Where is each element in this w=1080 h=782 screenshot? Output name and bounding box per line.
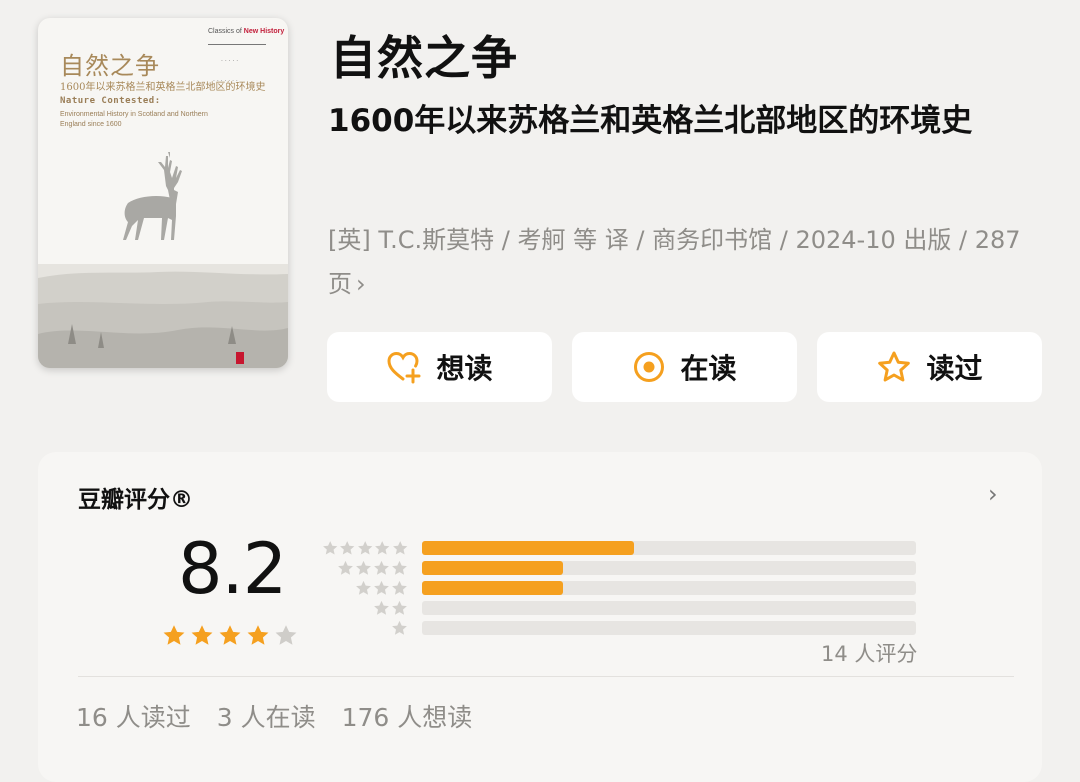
deer-illustration [123,152,182,240]
rating-header: 豆瓣评分® [78,487,193,513]
star-filled-icon [163,625,185,645]
star-filled-icon [247,625,269,645]
rating-stars [162,624,298,648]
distribution-stars-3 [322,580,408,597]
distribution-stars-4 [322,560,408,577]
star-grey-icon [392,600,407,615]
star-grey-icon [338,560,353,575]
star-grey-icon [375,540,390,554]
star-grey-icon [374,560,389,575]
publisher-mark [236,352,244,364]
distribution-bar-track [422,561,916,575]
book-meta[interactable]: [英] T.C.斯莫特 / 考舸 等 译 / 商务印书馆 / 2024-10 出… [328,218,1048,306]
star-filled-icon [219,625,241,645]
distribution-bar-track [422,581,916,595]
cover-subtitle: 1600年以来苏格兰和英格兰北部地区的环境史 [60,82,266,93]
chevron-right-icon[interactable]: › [988,480,998,508]
want-to-read-label: 想读 [436,352,493,385]
have-read-button[interactable]: 读过 [817,332,1042,402]
book-subtitle: 1600年以来苏格兰和英格兰北部地区的环境史 [328,103,973,139]
star-grey-icon [392,580,407,595]
star-grey-icon [392,540,407,554]
reading-button[interactable]: 在读 [572,332,797,402]
distribution-bar-track [422,601,916,615]
have-read-label: 读过 [926,352,983,385]
star-grey-icon [374,580,389,595]
want-count[interactable]: 176 人想读 [342,698,473,734]
rating-card[interactable]: 豆瓣评分® › 8.2 14 人评分 16 人读过 3 人在读 176 人想读 [38,452,1042,782]
book-cover[interactable]: Classics of New History · · · · · · · · … [38,18,288,368]
star-grey-icon [374,600,389,615]
distribution-row-5 [322,538,916,558]
star-grey-icon [392,560,407,575]
reading-label: 在读 [680,352,737,385]
target-icon [632,350,666,384]
want-to-read-button[interactable]: 想读 [327,332,552,402]
rating-score: 8.2 [178,528,287,610]
distribution-stars-1 [322,620,408,637]
distribution-stars-2 [322,600,408,617]
cover-title: 自然之争 [60,52,160,80]
distribution-row-2 [322,598,916,618]
distribution-row-3 [322,578,916,598]
divider [78,676,1014,677]
cover-small-text: · · · · · [221,58,239,65]
star-grey-icon [356,560,371,575]
star-empty-icon [275,625,297,645]
star-grey-icon [356,580,371,595]
star-grey-icon [392,620,407,635]
chevron-right-icon: › [356,270,366,298]
read-count[interactable]: 16 人读过 [76,698,191,734]
distribution-bar-track [422,621,916,635]
distribution-bar-fill-5 [422,541,635,555]
heart-plus-icon [386,350,422,384]
star-filled-icon [191,625,213,645]
distribution-row-4 [322,558,916,578]
distribution-stars-5 [322,540,408,557]
star-grey-icon [340,540,355,554]
cover-en-title: Nature Contested: [60,96,161,106]
distribution-bar-track [422,541,916,555]
distribution-bar-fill-4 [422,561,563,575]
star-grey-icon [323,540,338,554]
star-grey-icon [357,540,373,554]
cover-en-subtitle: Environmental History in Scotland and No… [60,111,208,128]
rating-count: 14 人评分 [821,642,918,666]
cover-series: Classics of New History [208,28,285,35]
reading-count[interactable]: 3 人在读 [217,698,316,734]
book-title: 自然之争 [330,31,518,85]
cover-rule [208,44,266,45]
distribution-row-1 [322,618,916,638]
reader-stats: 16 人读过 3 人在读 176 人想读 [76,698,472,734]
landscape-illustration [38,264,288,368]
star-outline-icon [876,350,912,384]
distribution-bar-fill-3 [422,581,563,595]
book-meta-text: [英] T.C.斯莫特 / 考舸 等 译 / 商务印书馆 / 2024-10 出… [328,226,1021,298]
